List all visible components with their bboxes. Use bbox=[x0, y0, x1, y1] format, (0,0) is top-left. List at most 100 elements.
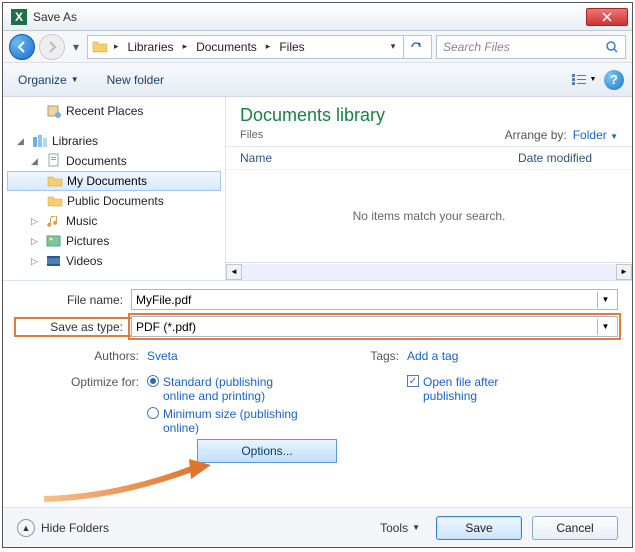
scroll-track[interactable] bbox=[242, 264, 616, 280]
breadcrumb-libraries[interactable]: Libraries bbox=[125, 40, 177, 54]
address-dropdown[interactable]: ▾ bbox=[385, 39, 401, 55]
excel-icon: X bbox=[11, 9, 27, 25]
expand-icon[interactable]: ▷ bbox=[31, 236, 42, 247]
sidebar-item-publicdocuments[interactable]: Public Documents bbox=[3, 191, 225, 211]
scroll-left-icon[interactable]: ◄ bbox=[226, 264, 242, 280]
breadcrumb-documents[interactable]: Documents bbox=[193, 40, 260, 54]
save-button[interactable]: Save bbox=[436, 516, 522, 540]
title-bar: X Save As bbox=[3, 3, 632, 31]
address-bar[interactable]: ▸ Libraries ▸ Documents ▸ Files ▾ bbox=[87, 35, 432, 59]
library-subtitle: Files bbox=[240, 129, 263, 141]
breadcrumb-files[interactable]: Files bbox=[276, 40, 307, 54]
column-name[interactable]: Name bbox=[240, 151, 518, 165]
navigation-bar: ▾ ▸ Libraries ▸ Documents ▸ Files ▾ Sear… bbox=[3, 31, 632, 63]
radio-minimum[interactable]: Minimum size (publishing online) bbox=[147, 407, 303, 435]
history-dropdown[interactable]: ▾ bbox=[69, 34, 83, 60]
chevron-right-icon: ▸ bbox=[183, 41, 188, 52]
sidebar-item-videos[interactable]: ▷Videos bbox=[3, 251, 225, 271]
radio-icon bbox=[147, 375, 159, 387]
cancel-button[interactable]: Cancel bbox=[532, 516, 618, 540]
recent-icon bbox=[46, 103, 62, 119]
filename-label: File name: bbox=[17, 293, 131, 307]
optimize-label: Optimize for: bbox=[17, 375, 147, 389]
sidebar-item-documents[interactable]: ◢Documents bbox=[3, 151, 225, 171]
search-placeholder: Search Files bbox=[443, 40, 510, 54]
horizontal-scrollbar[interactable]: ◄ ► bbox=[226, 262, 632, 280]
expand-icon[interactable]: ▷ bbox=[31, 256, 42, 267]
chevron-down-icon: ▼ bbox=[412, 523, 420, 532]
scroll-right-icon[interactable]: ► bbox=[616, 264, 632, 280]
hide-folders-button[interactable]: ▲ Hide Folders bbox=[17, 519, 109, 537]
sidebar-item-pictures[interactable]: ▷Pictures bbox=[3, 231, 225, 251]
sidebar-item-music[interactable]: ▷Music bbox=[3, 211, 225, 231]
radio-icon bbox=[147, 407, 159, 419]
tags-label: Tags: bbox=[347, 349, 407, 363]
filename-input[interactable]: MyFile.pdf ▼ bbox=[131, 289, 618, 310]
arrange-by-label: Arrange by: bbox=[505, 128, 567, 142]
chevron-down-icon: ▼ bbox=[610, 132, 618, 141]
tools-dropdown[interactable]: Tools ▼ bbox=[374, 519, 426, 537]
close-icon bbox=[602, 12, 612, 22]
content-pane: Documents library Files Arrange by: Fold… bbox=[226, 97, 632, 280]
organize-button[interactable]: Organize ▼ bbox=[11, 70, 86, 90]
back-icon bbox=[16, 41, 28, 53]
view-icon bbox=[572, 74, 588, 86]
filename-value: MyFile.pdf bbox=[136, 293, 191, 307]
chevron-right-icon: ▸ bbox=[114, 41, 119, 52]
form-area: File name: MyFile.pdf ▼ Save as type: PD… bbox=[3, 280, 632, 469]
videos-icon bbox=[46, 253, 62, 269]
folder-icon bbox=[47, 193, 63, 209]
search-input[interactable]: Search Files bbox=[436, 35, 626, 59]
savetype-dropdown[interactable]: ▼ bbox=[597, 319, 613, 335]
content-header: Documents library Files Arrange by: Fold… bbox=[226, 97, 632, 147]
pictures-icon bbox=[46, 233, 62, 249]
window-title: Save As bbox=[33, 10, 586, 24]
chevron-right-icon: ▸ bbox=[266, 41, 271, 52]
collapse-icon[interactable]: ◢ bbox=[17, 136, 28, 147]
back-button[interactable] bbox=[9, 34, 35, 60]
authors-label: Authors: bbox=[17, 349, 147, 363]
sidebar-item-recent[interactable]: Recent Places bbox=[3, 101, 225, 121]
sidebar-item-mydocuments[interactable]: My Documents bbox=[7, 171, 221, 191]
savetype-label: Save as type: bbox=[17, 320, 131, 334]
refresh-icon bbox=[409, 40, 423, 54]
documents-icon bbox=[46, 153, 62, 169]
radio-standard[interactable]: Standard (publishing online and printing… bbox=[147, 375, 303, 403]
chevron-down-icon: ▼ bbox=[590, 76, 597, 83]
libraries-icon bbox=[32, 133, 48, 149]
svg-text:X: X bbox=[15, 10, 23, 24]
search-icon bbox=[605, 40, 619, 54]
view-mode-button[interactable]: ▼ bbox=[570, 69, 598, 91]
folder-icon bbox=[47, 173, 63, 189]
help-button[interactable]: ? bbox=[604, 70, 624, 90]
forward-icon bbox=[46, 41, 58, 53]
arrange-by-value[interactable]: Folder ▼ bbox=[573, 128, 618, 142]
folder-tree: Recent Places ◢Libraries ◢Documents My D… bbox=[3, 97, 226, 280]
checkbox-icon: ✓ bbox=[407, 375, 419, 387]
save-as-dialog: X Save As ▾ ▸ Libraries ▸ Documents ▸ Fi… bbox=[2, 2, 633, 548]
column-headers: Name Date modified bbox=[226, 147, 632, 170]
close-button[interactable] bbox=[586, 8, 628, 26]
dialog-footer: ▲ Hide Folders Tools ▼ Save Cancel bbox=[3, 507, 632, 547]
sidebar-item-libraries[interactable]: ◢Libraries bbox=[3, 131, 225, 151]
savetype-value: PDF (*.pdf) bbox=[136, 320, 196, 334]
chevron-up-icon: ▲ bbox=[17, 519, 35, 537]
new-folder-button[interactable]: New folder bbox=[100, 70, 171, 90]
refresh-button[interactable] bbox=[403, 36, 427, 58]
music-icon bbox=[46, 213, 62, 229]
authors-input[interactable]: Sveta bbox=[147, 349, 178, 363]
library-title: Documents library bbox=[240, 105, 618, 126]
forward-button[interactable] bbox=[39, 34, 65, 60]
tags-input[interactable]: Add a tag bbox=[407, 349, 458, 363]
checkbox-openafter[interactable]: ✓Open file after publishing bbox=[347, 375, 543, 403]
savetype-select[interactable]: PDF (*.pdf) ▼ bbox=[131, 316, 618, 337]
empty-message: No items match your search. bbox=[226, 170, 632, 262]
explorer-toolbar: Organize ▼ New folder ▼ ? bbox=[3, 63, 632, 97]
options-button[interactable]: Options... bbox=[197, 439, 337, 463]
expand-icon[interactable]: ▷ bbox=[31, 216, 42, 227]
folder-icon bbox=[92, 39, 108, 55]
column-date[interactable]: Date modified bbox=[518, 151, 618, 165]
collapse-icon[interactable]: ◢ bbox=[31, 156, 42, 167]
chevron-down-icon: ▼ bbox=[71, 75, 79, 84]
filename-dropdown[interactable]: ▼ bbox=[597, 292, 613, 308]
